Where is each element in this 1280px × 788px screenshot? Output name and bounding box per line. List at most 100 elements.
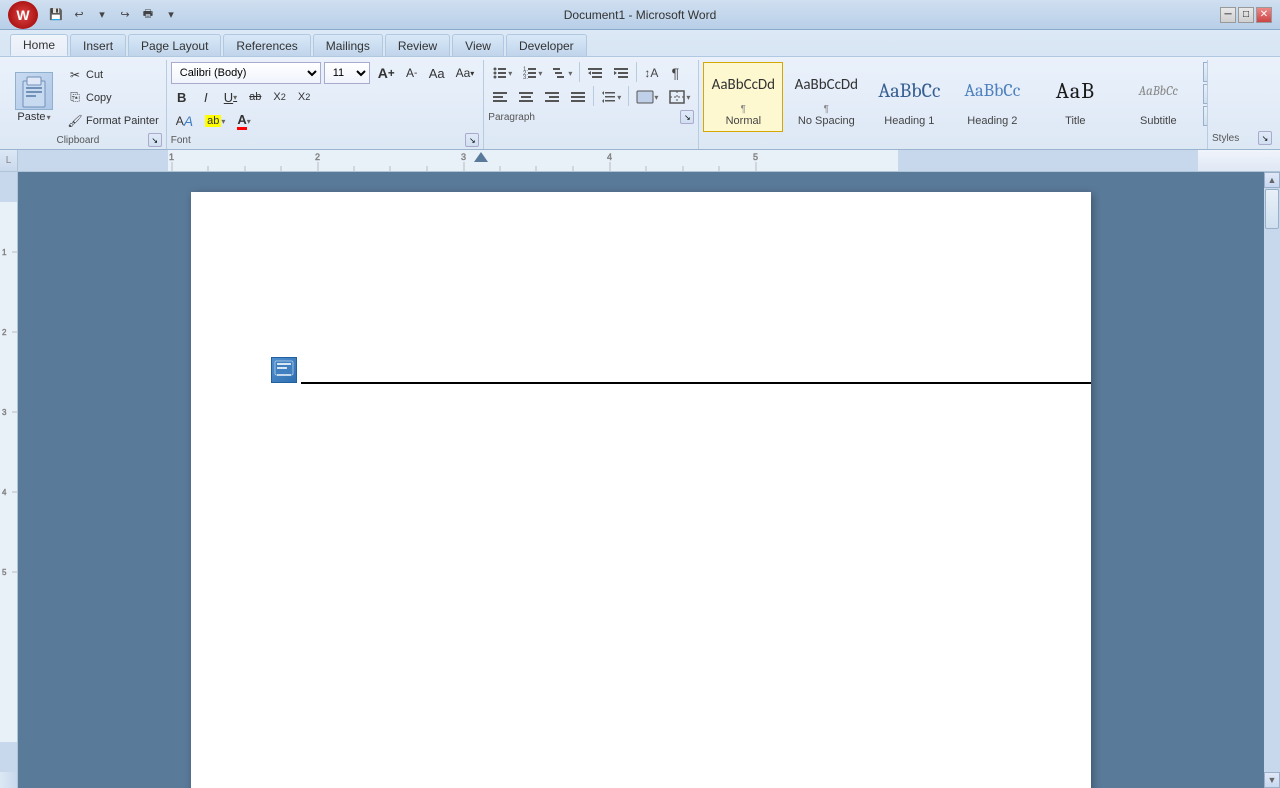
document-page[interactable] (191, 192, 1091, 788)
ruler-corner-button[interactable]: L (0, 150, 18, 172)
print-button[interactable]: 🖶 (138, 5, 158, 25)
shrink-font-button[interactable]: A- (401, 62, 423, 84)
svg-text:3: 3 (461, 152, 466, 162)
font-size-change-buttons: A+ A- Aa Aa▾ (373, 62, 480, 84)
undo-arrow[interactable]: ▾ (92, 5, 112, 25)
scroll-down-button[interactable]: ▼ (1264, 772, 1280, 788)
paste-label-area: Paste ▾ (17, 111, 50, 123)
minimize-button[interactable]: ─ (1220, 7, 1236, 23)
style-normal[interactable]: AaBbCcDd ¶ Normal (703, 62, 783, 132)
scroll-thumb[interactable] (1265, 189, 1279, 229)
svg-text:4: 4 (607, 152, 612, 162)
font-size-select[interactable]: 8910111214161820242836 (324, 62, 370, 84)
style-heading1-label: Heading 1 (884, 115, 934, 127)
customize-qa-button[interactable]: ▾ (161, 5, 181, 25)
change-case-button[interactable]: Aa▾ (451, 62, 480, 84)
tab-review[interactable]: Review (385, 34, 450, 56)
superscript-button[interactable]: X2 (293, 86, 315, 108)
document-cursor-line (301, 382, 1091, 384)
bullets-button[interactable]: ▾ (488, 62, 516, 84)
style-heading2-preview: AaBbCc (964, 67, 1020, 115)
align-left-button[interactable] (488, 86, 512, 108)
paste-button[interactable]: Paste ▾ (8, 62, 60, 133)
style-heading1[interactable]: AaBbCc Heading 1 (869, 62, 949, 132)
text-effects-button[interactable]: AA (171, 110, 198, 132)
tab-home[interactable]: Home (10, 34, 68, 56)
tab-page-layout[interactable]: Page Layout (128, 34, 221, 56)
shading-button[interactable]: ▾ (632, 86, 662, 108)
horizontal-ruler: L 1 2 3 4 5 (0, 150, 1280, 172)
clipboard-group-footer: Clipboard ↘ (8, 133, 162, 147)
undo-button[interactable]: ↩ (69, 5, 89, 25)
decrease-indent-button[interactable] (583, 62, 607, 84)
scroll-up-button[interactable]: ▲ (1264, 172, 1280, 188)
style-subtitle[interactable]: AaBbCc Subtitle (1118, 62, 1198, 132)
style-no-spacing[interactable]: AaBbCcDd ¶ No Spacing (786, 62, 866, 132)
format-painter-label: Format Painter (86, 115, 159, 127)
window-controls: ─ □ ✕ (1220, 7, 1272, 23)
font-color-button[interactable]: A▾ (232, 110, 255, 132)
style-normal-label-area: ¶ Normal (726, 104, 761, 127)
tab-developer[interactable]: Developer (506, 34, 587, 56)
bold-button[interactable]: B (171, 86, 193, 108)
style-title[interactable]: AaB Title (1035, 62, 1115, 132)
paragraph-group-label: Paragraph (488, 112, 535, 123)
clipboard-group-label: Clipboard (8, 135, 148, 146)
document-title: Document1 - Microsoft Word (564, 8, 717, 22)
redo-button[interactable]: ↪ (115, 5, 135, 25)
document-area[interactable] (18, 172, 1264, 788)
quick-access-toolbar: 💾 ↩ ▾ ↪ 🖶 ▾ (46, 5, 181, 25)
line-spacing-button[interactable]: ▾ (597, 86, 625, 108)
font-family-select[interactable]: Calibri (Body) Arial Times New Roman (171, 62, 321, 84)
grow-font-button[interactable]: A+ (373, 62, 400, 84)
show-formatting-button[interactable]: ¶ (664, 62, 686, 84)
style-heading2[interactable]: AaBbCc Heading 2 (952, 62, 1032, 132)
sort-button[interactable]: ↕A (640, 62, 662, 84)
clipboard-group: Paste ▾ ✂ Cut ⎘ Copy 🖌 (4, 60, 167, 149)
copy-button[interactable]: ⎘ Copy (64, 87, 162, 109)
increase-indent-button[interactable] (609, 62, 633, 84)
underline-button[interactable]: U▾ (219, 86, 242, 108)
borders-button[interactable]: ▾ (664, 86, 694, 108)
save-button[interactable]: 💾 (46, 5, 66, 25)
text-highlight-button[interactable]: ab▾ (200, 110, 230, 132)
close-button[interactable]: ✕ (1256, 7, 1272, 23)
multilevel-list-button[interactable]: ▾ (548, 62, 576, 84)
clipboard-expand-button[interactable]: ↘ (148, 133, 162, 147)
paragraph-separator-4 (628, 86, 629, 106)
style-no-spacing-label: No Spacing (798, 115, 855, 127)
justify-button[interactable] (566, 86, 590, 108)
paragraph-expand-button[interactable]: ↘ (680, 110, 694, 124)
style-subtitle-preview: AaBbCc (1139, 67, 1178, 115)
clipboard-group-content: Paste ▾ ✂ Cut ⎘ Copy 🖌 (8, 62, 162, 133)
align-right-button[interactable] (540, 86, 564, 108)
paste-dropdown-arrow[interactable]: ▾ (47, 113, 51, 122)
paragraph-separator-3 (593, 86, 594, 106)
format-painter-button[interactable]: 🖌 Format Painter (64, 110, 162, 132)
tab-view[interactable]: View (452, 34, 504, 56)
align-center-button[interactable] (514, 86, 538, 108)
italic-button[interactable]: I (195, 86, 217, 108)
font-expand-button[interactable]: ↘ (465, 133, 479, 147)
subscript-button[interactable]: X2 (268, 86, 290, 108)
title-bar-left: W 💾 ↩ ▾ ↪ 🖶 ▾ (8, 1, 181, 29)
tab-insert[interactable]: Insert (70, 34, 126, 56)
tab-mailings[interactable]: Mailings (313, 34, 383, 56)
numbering-button[interactable]: 1.2.3. ▾ (518, 62, 546, 84)
cut-button[interactable]: ✂ Cut (64, 64, 162, 86)
style-subtitle-label: Subtitle (1140, 115, 1177, 127)
main-area: 1 2 3 4 5 ▲ (0, 172, 1280, 788)
clear-format-button[interactable]: Aa (424, 62, 450, 84)
inline-object (271, 357, 297, 383)
paste-icon (15, 72, 53, 110)
styles-expand-button[interactable]: ↘ (1258, 131, 1272, 145)
office-button[interactable]: W (8, 1, 38, 29)
strikethrough-button[interactable]: ab (244, 86, 266, 108)
ruler-track[interactable]: 1 2 3 4 5 (18, 150, 1280, 171)
scroll-track[interactable] (1264, 188, 1280, 772)
maximize-button[interactable]: □ (1238, 7, 1254, 23)
cut-label: Cut (86, 69, 103, 81)
style-no-spacing-label-area: ¶ No Spacing (798, 104, 855, 127)
style-heading1-preview: AaBbCc (878, 67, 940, 115)
tab-references[interactable]: References (223, 34, 310, 56)
